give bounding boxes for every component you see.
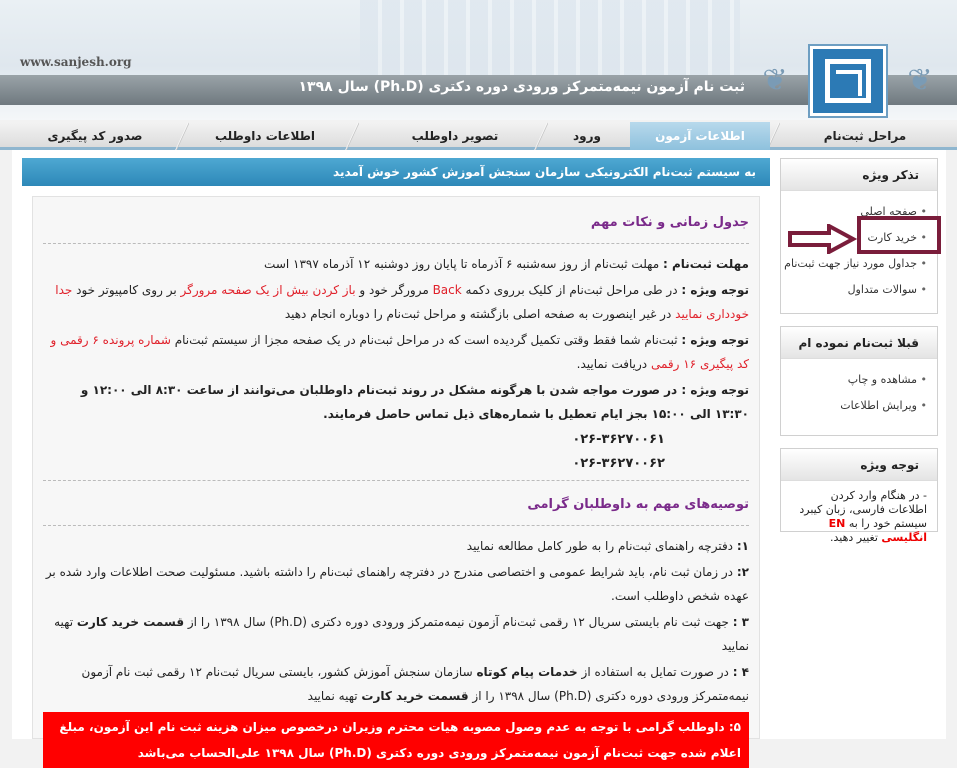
annotation-arrow-icon [788,224,857,254]
sidebar-box-title: تذکر ویژه [781,159,937,191]
sidebar-item-required-tables[interactable]: جداول مورد نیاز جهت ثبت‌نام [784,251,927,277]
support-phone: ۰۲۶-۳۶۲۷۰۰۶۱ [572,432,665,447]
keyboard-notice-text: - در هنگام وارد کردن اطلاعات فارسی، زبان… [799,489,927,544]
tab-exam-info[interactable]: اطلاعات آزمون [630,122,770,150]
sidebar-box-title: توجه ویژه [781,449,937,481]
sidebar-item-faq[interactable]: سوالات متداول [785,277,927,303]
tab-candidate-photo[interactable]: تصویر داوطلب [380,122,530,150]
page-title: ثبت نام آزمون نیمه‌متمرکز ورودی دوره دکت… [298,79,745,95]
tab-registration-steps[interactable]: مراحل ثبت‌نام [780,122,950,150]
recommendation-4: ۴ : در صورت تمایل به استفاده از خدمات پی… [81,665,749,703]
tab-login[interactable]: ورود [548,122,626,150]
step-navigation: مراحل ثبت‌نام اطلاعات آزمون ورود تصویر د… [0,122,957,150]
deadline-paragraph: مهلت ثبت‌نام : مهلت ثبت‌نام از روز سه‌شن… [264,257,749,271]
tab-separator [175,122,189,150]
section-title-schedule: جدول زمانی و نکات مهم [43,205,749,244]
annotation-highlight-box [857,216,941,254]
fee-alert: ۵: داوطلب گرامی با توجه به عدم وصول مصوب… [43,712,749,768]
notice-completion-paragraph: توجه ویژه : ثبت‌نام شما فقط وقتی تکمیل گ… [50,333,749,371]
welcome-banner: به سیستم ثبت‌نام الکترونیکی سازمان سنجش … [22,158,770,186]
sidebar-box-title: قبلا ثبت‌نام نموده ام [781,327,937,359]
notice-support-paragraph: توجه ویژه : در صورت مواجه شدن با هرگونه … [80,383,749,421]
sidebar-box-already-registered: قبلا ثبت‌نام نموده ام مشاهده و چاپ ویرای… [780,326,938,436]
recommendation-2: ۲: در زمان ثبت نام، باید شرایط عمومی و ا… [45,565,749,603]
support-phone: ۰۲۶-۳۶۲۷۰۰۶۲ [43,452,749,481]
header-background-image [360,0,740,75]
sidebar-item-edit-info[interactable]: ویرایش اطلاعات [785,393,927,419]
tab-tracking-code[interactable]: صدور کد پیگیری [20,122,170,150]
tab-candidate-info[interactable]: اطلاعات داوطلب [190,122,340,150]
sidebar-box-keyboard-notice: توجه ویژه - در هنگام وارد کردن اطلاعات ف… [780,448,938,544]
notice-browser-paragraph: توجه ویژه : در طی مراحل ثبت‌نام از کلیک … [55,283,749,321]
sidebar-item-view-print[interactable]: مشاهده و چاپ [785,367,927,393]
tab-separator [534,122,548,150]
ornament-right-icon: ❦ [907,63,933,98]
sanjesh-logo [808,44,888,118]
recommendation-1: ۱: دفترچه راهنمای ثبت‌نام را به طور کامل… [466,539,749,553]
recommendation-3: ۳ : جهت ثبت نام بایستی سریال ۱۲ رقمی ثبت… [54,615,749,653]
site-url: www.sanjesh.org [20,55,132,69]
tab-separator [345,122,359,150]
site-header: www.sanjesh.org ❦ ❦ ثبت نام آزمون نیمه‌م… [0,0,957,120]
ornament-left-icon: ❦ [762,63,788,98]
section-title-recommendations: توصیه‌های مهم به داوطلبان گرامی [43,487,749,526]
main-content: جدول زمانی و نکات مهم مهلت ثبت‌نام : مهل… [32,196,760,768]
